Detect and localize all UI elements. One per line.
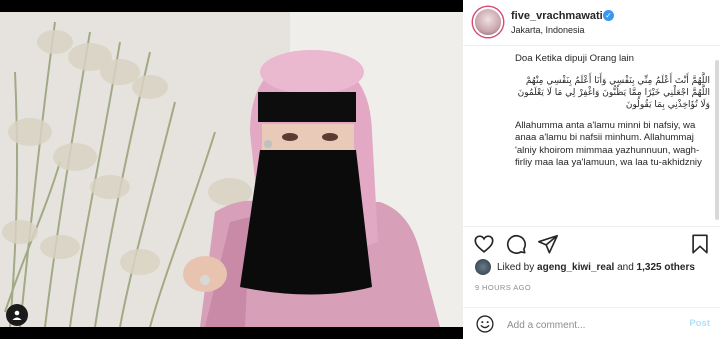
photo-illustration: [0, 12, 463, 327]
comment-icon[interactable]: [505, 233, 527, 255]
share-icon[interactable]: [537, 233, 559, 255]
location-link[interactable]: Jakarta, Indonesia: [511, 25, 585, 35]
verified-badge-icon: ✓: [603, 10, 614, 21]
caption-title: Doa Ketika dipuji Orang lain: [515, 53, 634, 64]
action-bar: [463, 226, 720, 258]
heart-icon[interactable]: [473, 233, 495, 255]
others-likes-link[interactable]: 1,325 others: [637, 262, 695, 273]
caption-scrollbar[interactable]: [715, 60, 719, 220]
post-timestamp[interactable]: 9 HOURS AGO: [475, 283, 531, 292]
liker-avatar[interactable]: [475, 259, 491, 275]
likes-middle: and: [614, 261, 637, 273]
likes-summary: Liked by ageng_kiwi_real and 1,325 other…: [475, 258, 695, 276]
comment-input[interactable]: [507, 316, 677, 334]
post-details-panel: five_vrachmawati ✓ Jakarta, Indonesia Do…: [463, 0, 720, 339]
post-header: five_vrachmawati ✓ Jakarta, Indonesia: [463, 0, 720, 46]
post-photo[interactable]: [0, 12, 463, 327]
caption: Doa Ketika dipuji Orang lain اللَّهُمَّ …: [463, 47, 720, 225]
emoji-icon[interactable]: [475, 314, 495, 334]
likes-text: Liked by ageng_kiwi_real and 1,325 other…: [497, 262, 695, 273]
caption-latin: Allahumma anta a'lamu minni bi nafsiy, w…: [515, 119, 702, 169]
caption-arabic: اللَّهُمَّ أَنْتَ أَعْلَمُ مِنِّي بِنَفْ…: [517, 75, 710, 110]
username-link[interactable]: five_vrachmawati: [511, 10, 603, 22]
tag-people-icon[interactable]: [6, 304, 28, 326]
liker-username-link[interactable]: ageng_kiwi_real: [537, 262, 614, 273]
likes-prefix: Liked by: [497, 261, 538, 273]
avatar[interactable]: [473, 7, 503, 37]
bookmark-icon[interactable]: [689, 233, 711, 255]
post-button[interactable]: Post: [689, 318, 710, 329]
comment-box: Post: [463, 307, 720, 339]
bottom-black-bar: [0, 327, 463, 339]
